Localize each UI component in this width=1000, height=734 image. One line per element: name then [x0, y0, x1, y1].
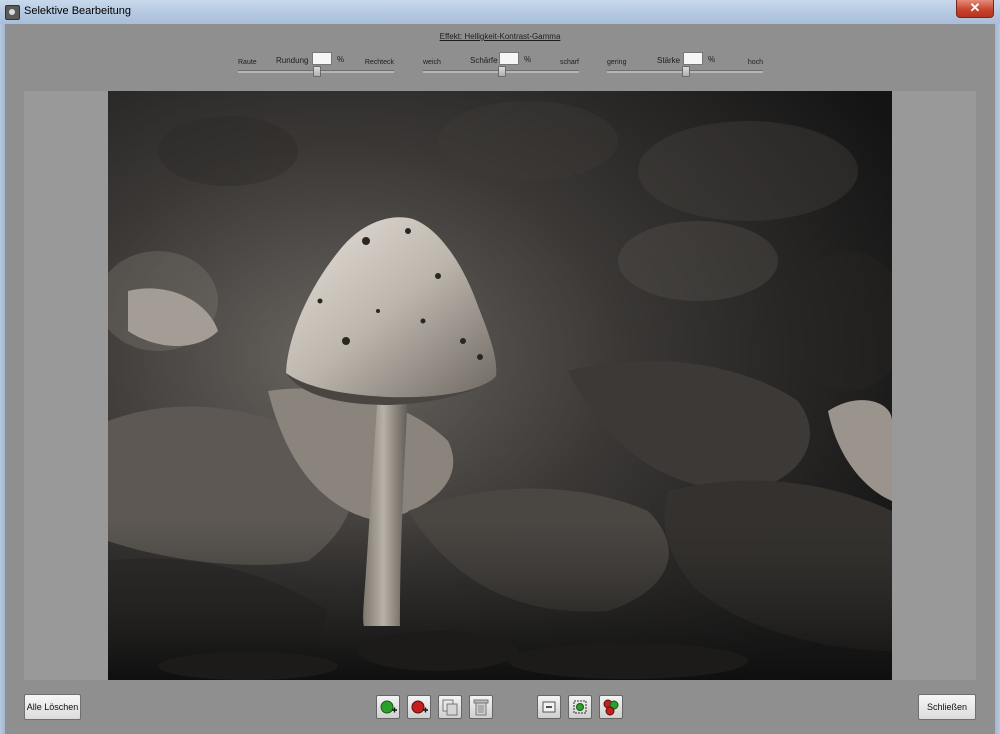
- slider-right-label: hoch: [747, 59, 763, 66]
- photo-render: [108, 91, 892, 680]
- image-preview-area[interactable]: [24, 91, 976, 680]
- copy-icon: [442, 699, 458, 716]
- window-border-right: [995, 24, 1000, 734]
- slider-rundung: Raute Rundung % Rechteck: [238, 52, 394, 78]
- multi-markers-button[interactable]: [599, 695, 623, 719]
- title-bar: Selektive Bearbeitung ✕: [0, 0, 1000, 25]
- multi-markers-icon: [603, 699, 619, 716]
- schaerfe-value-input[interactable]: [499, 52, 519, 65]
- minus-icon: [542, 701, 556, 713]
- staerke-value-input[interactable]: [683, 52, 703, 65]
- percent-label: %: [337, 55, 345, 64]
- copy-button[interactable]: [438, 695, 462, 719]
- slider-name: Schärfe: [470, 56, 498, 65]
- add-green-marker-icon: [380, 700, 397, 714]
- minus-button[interactable]: [537, 695, 561, 719]
- mushroom-photo[interactable]: [108, 91, 892, 680]
- slider-left-label: weich: [423, 59, 441, 66]
- slider-right-label: scharf: [559, 59, 579, 66]
- select-point-button[interactable]: [568, 695, 592, 719]
- delete-all-button[interactable]: Alle Löschen: [24, 694, 81, 720]
- trash-icon: [473, 699, 489, 716]
- slider-name: Rundung: [276, 56, 309, 65]
- close-button[interactable]: Schließen: [918, 694, 976, 720]
- slider-thumb[interactable]: [313, 66, 321, 77]
- slider-thumb[interactable]: [498, 66, 506, 77]
- percent-label: %: [708, 55, 716, 64]
- select-point-icon: [573, 700, 587, 714]
- slider-staerke: gering Stärke % hoch: [607, 52, 763, 78]
- slider-left-label: gering: [607, 59, 627, 66]
- effect-link[interactable]: Effekt: Helligkeit-Kontrast-Gamma: [5, 32, 995, 41]
- rundung-value-input[interactable]: [312, 52, 332, 65]
- percent-label: %: [524, 55, 532, 64]
- window-title: Selektive Bearbeitung: [24, 5, 132, 17]
- window-close-button[interactable]: ✕: [956, 0, 994, 18]
- slider-left-label: Raute: [238, 59, 257, 66]
- add-red-marker-icon: [411, 700, 428, 714]
- slider-schaerfe: weich Schärfe % scharf: [423, 52, 579, 78]
- slider-right-label: Rechteck: [364, 59, 394, 66]
- dialog-client-area: Effekt: Helligkeit-Kontrast-Gamma Raute …: [5, 24, 995, 734]
- add-green-marker-button[interactable]: [376, 695, 400, 719]
- app-icon: [5, 5, 20, 20]
- slider-thumb[interactable]: [682, 66, 690, 77]
- add-red-marker-button[interactable]: [407, 695, 431, 719]
- delete-button[interactable]: [469, 695, 493, 719]
- slider-name: Stärke: [657, 56, 681, 65]
